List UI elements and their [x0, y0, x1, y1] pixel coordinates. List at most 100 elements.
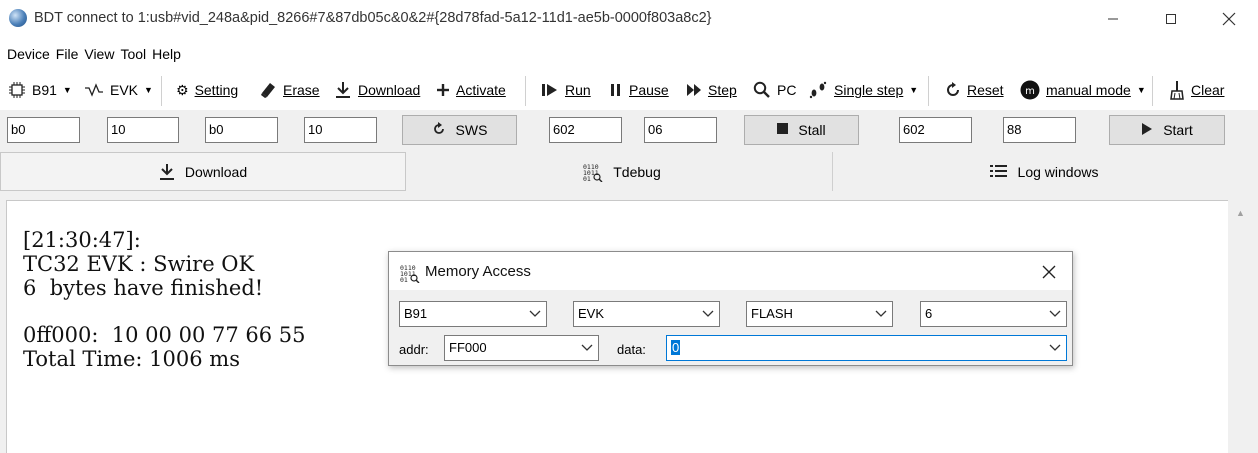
manual-mode-icon: m [1020, 80, 1040, 100]
data-combo[interactable]: 0 [666, 335, 1067, 361]
vertical-scrollbar[interactable]: ▲ [1229, 200, 1252, 453]
run-button[interactable]: Run [541, 78, 591, 102]
field-6-input[interactable]: 06 [644, 117, 717, 143]
chip-icon [8, 81, 26, 99]
start-label: Start [1163, 122, 1193, 138]
scroll-up-icon[interactable]: ▲ [1236, 208, 1245, 218]
chevron-down-icon: ▼ [144, 85, 153, 95]
menu-device[interactable]: Device [7, 46, 50, 62]
sws-button[interactable]: SWS [402, 115, 517, 145]
tab-download[interactable]: Download [0, 152, 406, 191]
footsteps-icon [808, 81, 828, 99]
refresh-icon [945, 82, 961, 98]
field-5-input[interactable]: 602 [549, 117, 622, 143]
reset-button[interactable]: Reset [945, 78, 1004, 102]
reset-label: Reset [967, 82, 1004, 98]
erase-button[interactable]: Erase [259, 78, 320, 102]
tab-download-label: Download [184, 163, 248, 180]
toolbar-separator [161, 76, 162, 106]
field-4-input[interactable]: 10 [304, 117, 377, 143]
stall-button[interactable]: Stall [744, 115, 859, 145]
tab-strip: Download 0110 1011 01 Tdebug Log windows [0, 152, 1255, 191]
download-icon [159, 163, 175, 181]
chevron-down-icon: ▼ [909, 85, 919, 95]
tab-log-label: Log windows [1017, 163, 1099, 180]
dialog-title: Memory Access [425, 263, 531, 280]
menu-help[interactable]: Help [152, 46, 181, 62]
data-label: data: [617, 342, 646, 357]
board-selector[interactable]: EVK ▼ [84, 78, 153, 102]
size-select[interactable]: 6 [920, 301, 1067, 327]
log-line: Total Time: 1006 ms [23, 347, 240, 371]
minimize-icon [1108, 18, 1118, 20]
maximize-button[interactable] [1142, 0, 1200, 38]
tab-log-windows[interactable]: Log windows [833, 152, 1255, 191]
addr-label: addr: [399, 342, 429, 357]
download-button[interactable]: Download [334, 78, 420, 102]
field-1-input[interactable]: b0 [7, 117, 80, 143]
step-button[interactable]: Step [686, 78, 737, 102]
title-bar: BDT connect to 1:usb#vid_248a&pid_8266#7… [0, 0, 1258, 38]
step-label: Step [708, 82, 737, 98]
dialog-title-bar: 0110 1011 01 Memory Access [389, 252, 1072, 290]
broom-icon [1169, 80, 1185, 100]
sws-label: SWS [455, 122, 488, 138]
pc-button[interactable]: PC [753, 78, 796, 102]
chevron-down-icon [702, 305, 714, 324]
play-icon [1141, 122, 1153, 138]
single-step-selector[interactable]: Single step ▼ [808, 78, 918, 102]
minimize-button[interactable] [1084, 0, 1142, 38]
single-step-label: Single step [834, 82, 904, 98]
chevron-down-icon: ▼ [1136, 85, 1146, 95]
gear-icon: ⚙ [176, 81, 189, 98]
bdt-window: BDT connect to 1:usb#vid_248a&pid_8266#7… [0, 0, 1258, 453]
mode-selector[interactable]: m manual mode ▼ [1020, 78, 1146, 102]
mode-label: manual mode [1046, 82, 1131, 98]
size-select-value: 6 [925, 306, 933, 321]
chevron-down-icon [1049, 339, 1061, 358]
dialog-close-button[interactable] [1039, 262, 1059, 282]
field-8-input[interactable]: 88 [1003, 117, 1076, 143]
activate-label: Activate [456, 82, 506, 98]
chip-label: B91 [32, 82, 57, 98]
start-button[interactable]: Start [1109, 115, 1225, 145]
menu-file[interactable]: File [56, 46, 79, 62]
field-2-input[interactable]: 10 [107, 117, 179, 143]
clear-label: Clear [1191, 82, 1225, 98]
board-select[interactable]: EVK [573, 301, 720, 327]
pause-icon [609, 83, 623, 97]
board-label: EVK [110, 82, 139, 98]
menu-tool[interactable]: Tool [120, 46, 146, 62]
data-value: 0 [671, 340, 681, 355]
addr-combo[interactable]: FF000 [444, 335, 599, 361]
tab-tdebug[interactable]: 0110 1011 01 Tdebug [412, 152, 833, 191]
clear-button[interactable]: Clear [1169, 78, 1224, 102]
memory-type-select[interactable]: FLASH [746, 301, 893, 327]
download-icon [334, 81, 352, 99]
refresh-icon [432, 121, 446, 139]
chevron-down-icon [1049, 305, 1061, 324]
close-button[interactable] [1200, 0, 1258, 38]
field-7-input[interactable]: 602 [899, 117, 972, 143]
svg-text:01: 01 [583, 175, 591, 182]
setting-button[interactable]: ⚙ Setting [176, 78, 238, 102]
chip-select[interactable]: B91 [399, 301, 547, 327]
pause-label: Pause [629, 82, 669, 98]
close-icon [1222, 12, 1236, 26]
chevron-down-icon [875, 305, 887, 324]
board-select-value: EVK [578, 306, 605, 321]
download-label: Download [358, 82, 421, 98]
window-title: BDT connect to 1:usb#vid_248a&pid_8266#7… [34, 10, 712, 26]
setting-label: Setting [194, 82, 239, 98]
waveform-icon [84, 83, 104, 97]
menu-view[interactable]: View [84, 46, 114, 62]
chip-selector[interactable]: B91 ▼ [8, 78, 72, 102]
pause-button[interactable]: Pause [609, 78, 669, 102]
plus-icon [436, 83, 450, 97]
toolbar: B91 ▼ EVK ▼ ⚙ Setting Erase Download Act… [0, 70, 1258, 110]
binary-search-icon: 0110 1011 01 [583, 162, 603, 182]
pc-label: PC [777, 82, 797, 98]
activate-button[interactable]: Activate [436, 78, 506, 102]
tab-tdebug-label: Tdebug [613, 163, 661, 180]
field-3-input[interactable]: b0 [205, 117, 278, 143]
